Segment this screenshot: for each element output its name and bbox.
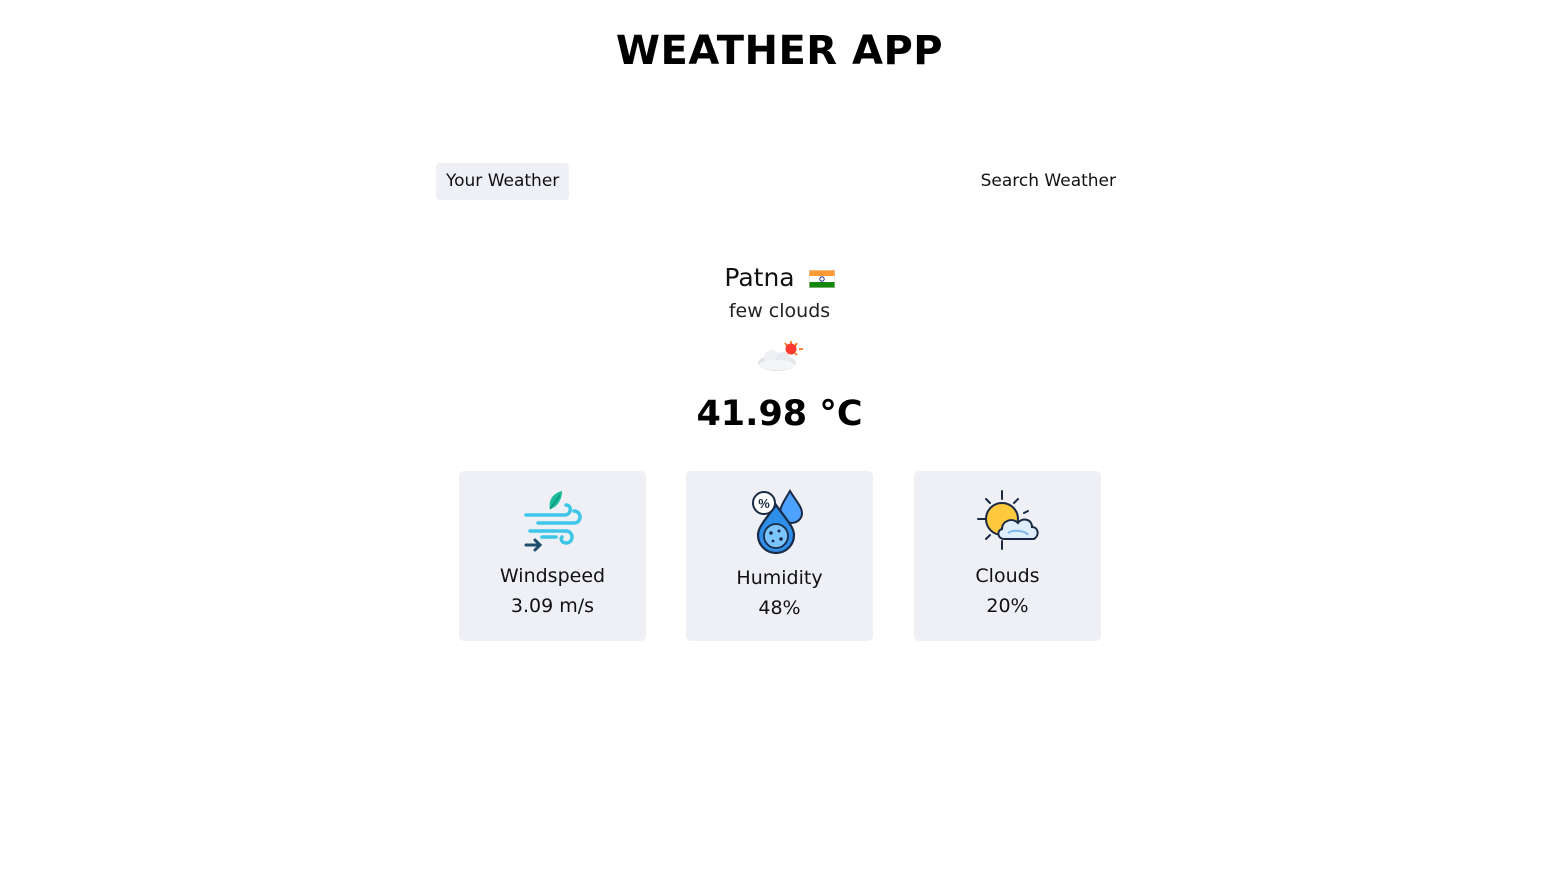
windspeed-label: Windspeed xyxy=(499,565,606,587)
clouds-icon xyxy=(976,490,1039,550)
stats-cards: Windspeed 3.09 m/s % Humidity 48% Clouds… xyxy=(459,471,1101,641)
city-row: Patna xyxy=(0,258,1559,298)
india-flag-icon xyxy=(808,270,835,288)
city-name: Patna xyxy=(724,263,795,292)
windspeed-value: 3.09 m/s xyxy=(510,595,595,617)
weather-description: few clouds xyxy=(728,300,831,322)
app-title: WEATHER APP xyxy=(615,28,944,74)
wind-icon xyxy=(523,491,582,552)
clouds-card: Clouds 20% xyxy=(914,471,1101,641)
tab-your-weather[interactable]: Your Weather xyxy=(436,163,570,200)
weather-app: WEATHER APP Your Weather Search Weather … xyxy=(0,0,1559,877)
humidity-icon: % xyxy=(751,489,803,555)
tab-bar: Your Weather Search Weather xyxy=(436,163,1126,200)
humidity-value: 48% xyxy=(758,597,801,619)
clouds-label: Clouds xyxy=(975,565,1040,587)
few-clouds-icon xyxy=(757,341,803,371)
tab-search-weather[interactable]: Search Weather xyxy=(971,163,1126,200)
weather-info: Patna few clouds 41.98 °C xyxy=(0,258,1559,436)
windspeed-card: Windspeed 3.09 m/s xyxy=(459,471,646,641)
clouds-value: 20% xyxy=(986,595,1029,617)
humidity-card: % Humidity 48% xyxy=(686,471,873,641)
humidity-label: Humidity xyxy=(736,567,823,589)
temperature: 41.98 °C xyxy=(696,394,863,434)
svg-text:%: % xyxy=(758,496,770,511)
